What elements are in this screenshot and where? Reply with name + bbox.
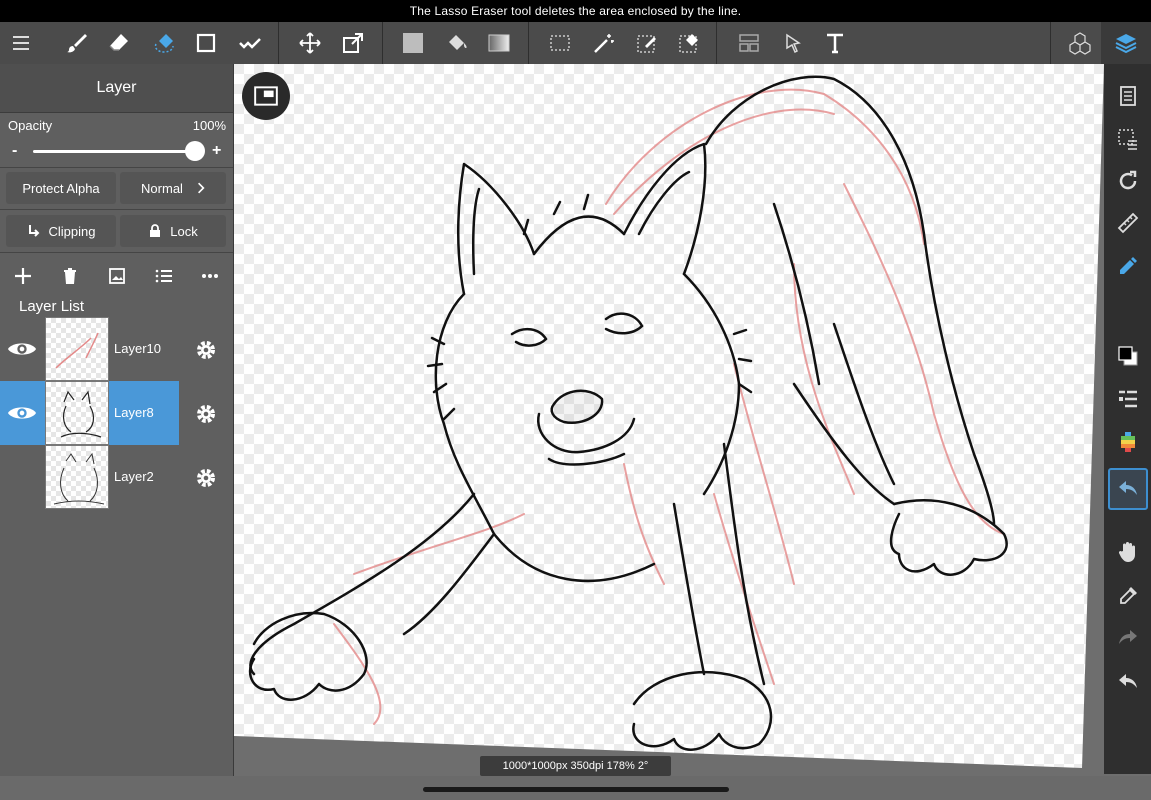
- drawing-canvas[interactable]: [234, 64, 1104, 776]
- blend-mode-label: Normal: [141, 180, 183, 196]
- clipping-icon: [28, 225, 39, 237]
- tool-tip-text: The Lasso Eraser tool deletes the area e…: [409, 4, 742, 18]
- frame-icon[interactable]: [728, 22, 770, 64]
- transform-icon[interactable]: [332, 22, 374, 64]
- layer-row-layer10[interactable]: Layer10: [0, 317, 233, 381]
- undo-icon[interactable]: [1104, 662, 1151, 702]
- canvas-area[interactable]: [234, 64, 1104, 776]
- eye-icon[interactable]: [6, 335, 38, 363]
- layer-row-layer8[interactable]: Layer8: [0, 381, 233, 445]
- add-layer-icon[interactable]: [9, 262, 37, 290]
- right-toolbar: [1104, 64, 1151, 774]
- home-indicator[interactable]: [423, 787, 729, 792]
- pen-snap-icon[interactable]: [1104, 246, 1151, 286]
- layer-list-title: Layer List: [19, 298, 85, 315]
- status-bar: The Lasso Eraser tool deletes the area e…: [0, 0, 1151, 22]
- lasso-active-icon[interactable]: [1108, 468, 1148, 510]
- select-rect-icon[interactable]: [539, 22, 581, 64]
- brush-list-icon[interactable]: [1104, 379, 1151, 419]
- opacity-plus-button[interactable]: +: [212, 142, 221, 160]
- layer-name: Layer2: [114, 469, 154, 484]
- gear-icon[interactable]: [192, 336, 220, 364]
- blend-mode-button[interactable]: Normal: [120, 172, 226, 204]
- opacity-slider-track[interactable]: [33, 150, 195, 153]
- protect-alpha-button[interactable]: Protect Alpha: [6, 172, 116, 204]
- lock-icon: [150, 224, 161, 237]
- eyedropper-icon[interactable]: [1104, 576, 1151, 616]
- navigator-icon: [254, 86, 278, 106]
- opacity-slider-knob[interactable]: [185, 141, 205, 161]
- clipping-button[interactable]: Clipping: [6, 215, 116, 247]
- text-icon[interactable]: [814, 22, 856, 64]
- protect-alpha-label: Protect Alpha: [22, 180, 100, 196]
- color-swatch-icon[interactable]: [1104, 336, 1151, 376]
- selection-list-icon[interactable]: [1104, 119, 1151, 159]
- layer-name: Layer10: [114, 341, 161, 356]
- more-options-icon[interactable]: [196, 262, 224, 290]
- bucket-icon[interactable]: [436, 22, 478, 64]
- canvas-info-status: 1000*1000px 350dpi 178% 2°: [480, 756, 671, 776]
- delete-layer-icon[interactable]: [56, 262, 84, 290]
- opacity-value: 100%: [192, 118, 226, 133]
- 3d-icon[interactable]: [1059, 22, 1101, 64]
- rectangle-icon[interactable]: [185, 22, 227, 64]
- chevron-right-icon: [197, 182, 205, 194]
- ruler-icon[interactable]: [1104, 203, 1151, 243]
- layer-panel: Layer Opacity 100% - + Protect Alpha Nor…: [0, 64, 234, 776]
- operation-icon[interactable]: [772, 22, 814, 64]
- clipping-label: Clipping: [48, 223, 96, 239]
- layer-list-menu-icon[interactable]: [150, 262, 178, 290]
- layer-thumbnail: [45, 445, 109, 509]
- layers-icon[interactable]: [1101, 22, 1151, 64]
- eye-icon[interactable]: [6, 399, 38, 427]
- brush-icon[interactable]: [56, 22, 98, 64]
- layer-row-layer2[interactable]: Layer2: [0, 445, 233, 509]
- gear-icon[interactable]: [192, 464, 220, 492]
- rotate-icon[interactable]: [1104, 161, 1151, 201]
- lock-button[interactable]: Lock: [120, 215, 226, 247]
- opacity-minus-button[interactable]: -: [12, 142, 17, 160]
- layer-name: Layer8: [114, 405, 154, 420]
- select-pen-icon[interactable]: [626, 22, 668, 64]
- opacity-label: Opacity: [8, 118, 53, 133]
- menu-icon[interactable]: [0, 22, 42, 64]
- lasso-eraser-icon[interactable]: [143, 22, 185, 64]
- navigator-button[interactable]: [242, 72, 290, 120]
- gear-icon[interactable]: [192, 400, 220, 428]
- eraser-icon[interactable]: [98, 22, 140, 64]
- gradient-icon[interactable]: [478, 22, 520, 64]
- hand-icon[interactable]: [1104, 532, 1151, 572]
- add-image-icon[interactable]: [103, 262, 131, 290]
- pages-icon[interactable]: [1104, 76, 1151, 116]
- panel-title: Layer: [0, 64, 233, 113]
- fill-color-icon[interactable]: [392, 22, 434, 64]
- move-icon[interactable]: [289, 22, 331, 64]
- top-toolbar: [0, 22, 1151, 64]
- layer-thumbnail: [45, 381, 109, 445]
- magic-wand-icon[interactable]: [583, 22, 625, 64]
- color-palette-icon[interactable]: [1104, 422, 1151, 462]
- layer-thumbnail: [45, 317, 109, 381]
- select-eraser-icon[interactable]: [668, 22, 710, 64]
- lock-label: Lock: [170, 223, 198, 239]
- redo-icon[interactable]: [1104, 618, 1151, 658]
- correction-icon[interactable]: [229, 22, 271, 64]
